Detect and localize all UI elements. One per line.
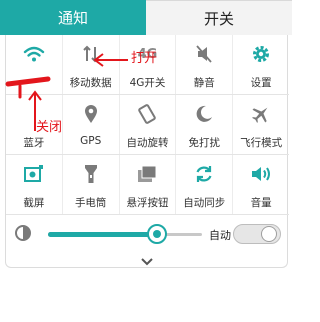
auto-brightness-toggle[interactable] bbox=[233, 224, 281, 244]
toggle-label: 自动同步 bbox=[183, 197, 226, 209]
toggle-label: 自动旋转 bbox=[126, 137, 169, 149]
toggle-gps[interactable]: GPS bbox=[63, 95, 120, 154]
mobile-data-icon bbox=[80, 43, 102, 65]
toggle-screenshot[interactable]: 截屏 bbox=[6, 155, 63, 214]
toggle-floating-button[interactable]: 悬浮按钮 bbox=[120, 155, 177, 214]
brightness-fill bbox=[48, 232, 156, 237]
toggle-do-not-disturb[interactable]: 免打扰 bbox=[176, 95, 234, 154]
toggle-airplane-mode[interactable]: 飞行模式 bbox=[233, 95, 289, 154]
sync-icon bbox=[193, 163, 215, 185]
floating-button-icon bbox=[136, 163, 158, 185]
toggle-label: 静音 bbox=[193, 77, 215, 89]
toggle-label: 免打扰 bbox=[188, 137, 221, 149]
toggle-label: 设置 bbox=[250, 77, 272, 89]
toggle-auto-sync[interactable]: 自动同步 bbox=[176, 155, 234, 214]
annotation-close: 关闭 bbox=[36, 120, 63, 135]
chevron-down-icon[interactable] bbox=[139, 253, 155, 266]
tab-bar: 通知 开关 bbox=[0, 0, 292, 35]
brightness-row: 自动 bbox=[6, 217, 289, 251]
mute-icon bbox=[193, 43, 215, 65]
toggle-label: 音量 bbox=[250, 197, 272, 209]
toggle-label: 移动数据 bbox=[69, 77, 112, 89]
toggle-label: GPS bbox=[80, 135, 102, 147]
toggle-mute[interactable]: 静音 bbox=[176, 35, 234, 94]
wifi-icon bbox=[23, 43, 45, 65]
toggle-label: 蓝牙 bbox=[23, 137, 45, 149]
toggle-label: 4G开关 bbox=[129, 77, 166, 89]
annotation-open: 打开 bbox=[131, 51, 158, 66]
toggle-label: 截屏 bbox=[23, 197, 45, 209]
toggle-wifi[interactable] bbox=[6, 35, 63, 94]
brightness-slider-thumb[interactable] bbox=[147, 224, 167, 244]
flashlight-icon bbox=[80, 163, 102, 185]
toggle-label: 飞行模式 bbox=[240, 137, 283, 149]
volume-icon bbox=[250, 163, 272, 185]
toggle-label: 手电筒 bbox=[74, 197, 107, 209]
toggle-volume[interactable]: 音量 bbox=[233, 155, 289, 214]
screenshot-icon bbox=[23, 163, 45, 185]
toggle-label: 悬浮按钮 bbox=[126, 197, 169, 209]
toggle-settings[interactable]: 设置 bbox=[233, 35, 289, 94]
location-pin-icon bbox=[80, 103, 102, 125]
toggle-mobile-data[interactable]: 移动数据 bbox=[63, 35, 120, 94]
auto-brightness-label: 自动 bbox=[209, 229, 231, 242]
toggle-auto-rotate[interactable]: 自动旋转 bbox=[120, 95, 177, 154]
rotate-icon bbox=[136, 103, 158, 125]
gear-icon bbox=[250, 43, 272, 65]
toggle-flashlight[interactable]: 手电筒 bbox=[63, 155, 120, 214]
brightness-icon bbox=[14, 224, 32, 242]
quick-settings-panel: 移动数据 4G 4G开关 静音 设置 蓝牙 GPS 自动旋转 免打扰 飞行模式 … bbox=[5, 35, 289, 268]
toggle-row: 截屏 手电筒 悬浮按钮 自动同步 音量 bbox=[6, 155, 289, 215]
tab-switches[interactable]: 开关 bbox=[146, 0, 292, 35]
moon-icon bbox=[193, 103, 215, 125]
airplane-icon bbox=[250, 103, 272, 125]
tab-notifications[interactable]: 通知 bbox=[0, 0, 146, 35]
